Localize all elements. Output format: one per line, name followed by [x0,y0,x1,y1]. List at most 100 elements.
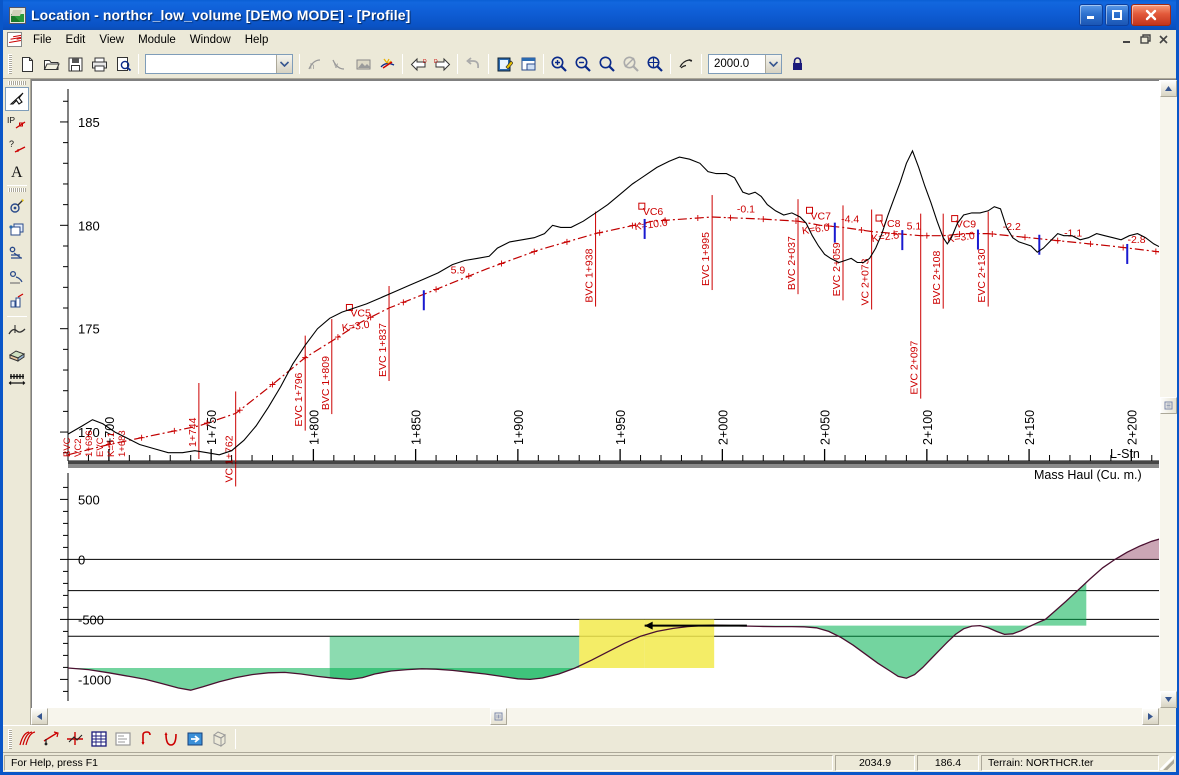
scroll-down-button[interactable] [1159,691,1177,708]
grid-table-icon[interactable] [87,728,111,751]
profile-x-tick-label: 1+850 [410,410,424,445]
ip-insert-tool[interactable]: IP [5,111,29,135]
svg-text:D: D [423,59,427,65]
menu-module[interactable]: Module [131,32,183,48]
vertical-curve-tool[interactable] [5,319,29,343]
alignment-curves-icon[interactable] [15,728,39,751]
vc-station-label: VC 2+073 [860,258,872,305]
zoom-in-icon[interactable] [547,53,571,76]
mdi-minimize-button[interactable] [1119,32,1136,47]
status-elevation-value: 186.4 [917,754,979,771]
grade-tick-marker [433,286,440,293]
undo-arrow-icon[interactable] [461,53,485,76]
window-title: Location - northcr_low_volume [DEMO MODE… [31,7,411,23]
station-range-tool[interactable] [5,367,29,391]
existing-ground-line [67,149,1159,456]
menu-help[interactable]: Help [238,32,276,48]
left-palette-grip-2[interactable] [7,188,26,192]
copy-layer-tool[interactable] [5,218,29,242]
mdi-window-controls [1119,32,1176,47]
menu-file[interactable]: File [26,32,59,48]
zoom-extents-icon[interactable] [643,53,667,76]
menu-bar: File Edit View Module Window Help [3,30,1176,50]
svg-text:K=5.1: K=5.1 [106,432,117,457]
edit-surface-tool[interactable] [5,242,29,266]
close-button[interactable] [1131,4,1171,26]
minimize-button[interactable] [1079,4,1103,26]
mass-haul-balance-block [644,619,715,668]
mdi-document-icon[interactable] [7,32,22,47]
grade-tick-marker [727,214,734,221]
scale-chevron-down-icon[interactable] [765,55,781,73]
zoom-out-icon[interactable] [571,53,595,76]
menu-window[interactable]: Window [183,32,238,48]
redo-curve-icon[interactable]: v [327,53,351,76]
profile-annotations: 1+744VC 1+762EVC 1+796 BVC 1+809VC5K=3.0 E… [62,195,1159,487]
vc-station-label: EVC 1+837 [377,323,389,377]
mdi-restore-button[interactable] [1137,32,1154,47]
horizontal-scrollbar[interactable] [31,708,1176,725]
resize-grip[interactable] [1160,755,1174,770]
export-arrow-icon[interactable] [183,728,207,751]
horizontal-scroll-thumb[interactable] [489,708,507,725]
menu-edit[interactable]: Edit [59,32,93,48]
delete-vertex-icon[interactable] [375,53,399,76]
grade-tick-marker [498,260,505,267]
design-settings-tool[interactable] [5,194,29,218]
horizontal-scroll-track[interactable] [48,708,1142,725]
bar-chart-tool[interactable] [5,290,29,314]
cross-section-icon[interactable] [63,728,87,751]
mass-haul-cut-area [714,624,1034,679]
left-palette-grip[interactable] [7,81,26,85]
mdi-close-button[interactable] [1155,32,1172,47]
vc-station-label: BVC 2+037 [786,236,798,290]
drawing-area: 170 175 180 185 +700 1+750 1+800 1+850 1+900 1+95… [31,79,1177,725]
lock-icon[interactable] [785,53,809,76]
grade-tick-marker [171,427,178,434]
profile-left-icon[interactable] [159,728,183,751]
solid-model-tool[interactable] [5,343,29,367]
zoom-previous-icon[interactable] [619,53,643,76]
title-bar: Location - northcr_low_volume [DEMO MODE… [3,0,1176,30]
save-disk-icon[interactable] [63,53,87,76]
print-preview-icon[interactable] [111,53,135,76]
query-point-tool[interactable]: ? [5,135,29,159]
print-icon[interactable] [87,53,111,76]
vertical-scrollbar[interactable] [1159,80,1177,708]
pan-hand-icon[interactable] [674,53,698,76]
vertical-scroll-thumb[interactable] [1159,397,1177,415]
profile-y-tick-label: 185 [78,115,100,130]
new-file-icon[interactable] [15,53,39,76]
project-combo[interactable] [145,54,293,74]
vector-point-icon[interactable] [39,728,63,751]
maximize-button[interactable] [1105,4,1129,26]
undo-curve-icon[interactable]: h [303,53,327,76]
vertical-scroll-track[interactable] [1159,97,1177,691]
import-image-icon[interactable] [351,53,375,76]
text-annotate-tool[interactable]: A [5,159,29,183]
grade-tick-marker [923,232,930,239]
scale-combo[interactable]: 2000.0 [708,54,782,74]
chevron-down-icon[interactable] [276,55,292,73]
edit-note-icon[interactable] [492,53,516,76]
scroll-left-button[interactable] [31,708,48,725]
tile-windows-icon[interactable] [516,53,540,76]
open-folder-icon[interactable] [39,53,63,76]
scroll-up-button[interactable] [1159,80,1177,97]
zoom-window-icon[interactable] [595,53,619,76]
previous-station-icon[interactable]: D [406,53,430,76]
grade-tick-marker [563,238,570,245]
scrollbar-corner [1159,708,1176,725]
profile-canvas[interactable]: 170 175 180 185 +700 1+750 1+800 1+850 1+900 1+95… [31,80,1159,708]
next-station-icon[interactable]: D [430,53,454,76]
scroll-right-button[interactable] [1142,708,1159,725]
select-pointer-tool[interactable] [4,87,29,111]
solid-box-icon[interactable] [207,728,231,751]
menu-view[interactable]: View [92,32,131,48]
profile-right-icon[interactable] [135,728,159,751]
report-table-icon[interactable] [111,728,135,751]
compute-volume-tool[interactable] [5,266,29,290]
bottom-toolbar-grip[interactable] [8,729,12,749]
vc-name-label: VC7 [811,210,832,222]
toolbar-grip[interactable] [8,54,12,74]
